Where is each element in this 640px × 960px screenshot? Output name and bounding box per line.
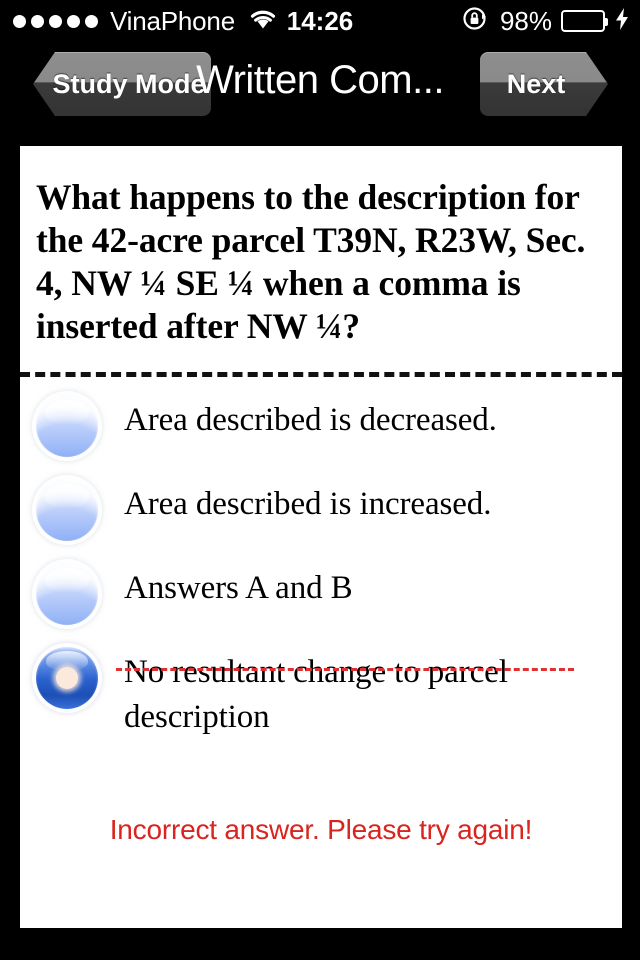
status-bar: VinaPhone 14:26 98% bbox=[0, 0, 640, 42]
radio-button-selected[interactable] bbox=[36, 647, 98, 709]
answer-option-label: Area described is increased. bbox=[124, 486, 492, 522]
battery-nub bbox=[605, 18, 608, 26]
incorrect-strikethrough-line bbox=[116, 668, 574, 671]
question-card: What happens to the description for the … bbox=[20, 146, 622, 928]
answer-option-label: No resultant change to parcel descriptio… bbox=[124, 654, 508, 735]
dashed-divider bbox=[20, 372, 622, 377]
feedback-message: Incorrect answer. Please try again! bbox=[109, 814, 533, 845]
status-bar-right: 98% bbox=[462, 5, 630, 37]
battery-percent-label: 98% bbox=[499, 5, 552, 36]
battery-icon bbox=[561, 10, 608, 32]
next-button-label: Next bbox=[506, 68, 566, 99]
lightning-bolt-icon bbox=[614, 7, 630, 36]
question-text: What happens to the description for the … bbox=[36, 177, 586, 346]
navigation-bar: Study Mode Written Com... Next bbox=[0, 42, 640, 128]
rotation-lock-icon bbox=[462, 5, 489, 37]
next-button[interactable]: Next bbox=[480, 52, 608, 116]
answer-option-label: Area described is decreased. bbox=[124, 402, 497, 438]
radio-inner-dot bbox=[56, 667, 78, 689]
phone-screen: VinaPhone 14:26 98% Study Mode Written C… bbox=[0, 0, 640, 960]
answer-option-label: Answers A and B bbox=[124, 570, 353, 606]
answer-option-row[interactable]: Answers A and B bbox=[20, 551, 622, 635]
answer-options-list: Area described is decreased. Area descri… bbox=[20, 383, 622, 750]
radio-button-unselected[interactable] bbox=[36, 479, 98, 541]
radio-button-unselected[interactable] bbox=[36, 395, 98, 457]
answer-option-row[interactable]: Area described is decreased. bbox=[20, 383, 622, 467]
radio-button-unselected[interactable] bbox=[36, 563, 98, 625]
answer-option-row-selected[interactable]: No resultant change to parcel descriptio… bbox=[20, 635, 622, 750]
answer-option-row[interactable]: Area described is increased. bbox=[20, 467, 622, 551]
